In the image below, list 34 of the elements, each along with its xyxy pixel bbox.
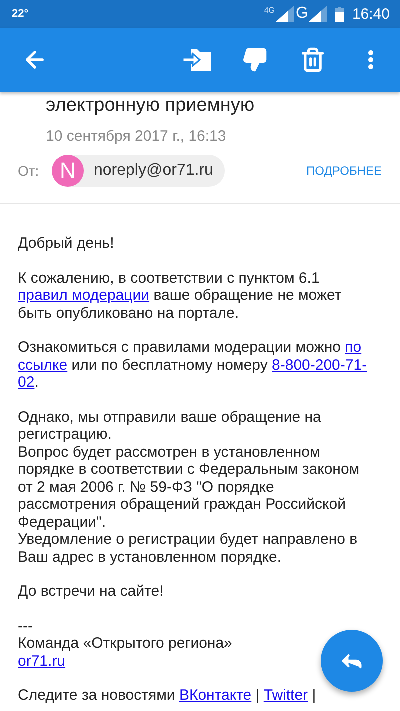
message-link[interactable]: по <box>345 339 362 356</box>
message-link[interactable]: Twitter <box>264 687 308 704</box>
message-paragraph: До встречи на сайте! <box>18 583 164 600</box>
message-paragraph: --- Команда «Открытого региона» or71.ru <box>18 618 232 670</box>
sender-avatar: N <box>52 155 84 187</box>
network-type: G <box>296 5 308 23</box>
message-link[interactable]: ссылке <box>18 356 68 374</box>
message-link[interactable]: 02 <box>18 374 35 391</box>
message-paragraph: Следите за новостями ВКонтакте | Twitter | <box>18 687 316 704</box>
email-subject: электронную приемную <box>46 94 256 118</box>
message-link[interactable]: or71.ru <box>18 652 66 670</box>
sender-chip[interactable]: N noreply@or71.ru <box>52 155 226 187</box>
email-date: 10 сентября 2017 г., 16:13 <box>46 128 228 145</box>
from-label: От: <box>18 163 40 179</box>
message-link[interactable]: ВКонтакте <box>179 687 252 704</box>
clock-text: 16:40 <box>352 6 390 22</box>
thumbs-down-icon <box>242 47 268 73</box>
message-paragraph: Однако, мы отправили ваше обращение на регистрацию. Вопрос будет рассмотрен в установленном порядке в соответствии с Федеральным законом от 2 мая 2006 г. № 59-ФЗ "О порядке рассмотрения обращений граждан Российской Федерации". Уведомление о регистрации будет направлено в Ваш адрес в установленном порядке. <box>18 408 360 566</box>
trash-icon <box>300 47 326 73</box>
details-link[interactable]: ПОДРОБНЕЕ <box>306 164 382 178</box>
more-icon <box>368 50 374 70</box>
reply-button[interactable] <box>321 630 383 692</box>
temperature-text: 22° <box>12 8 29 20</box>
battery-icon <box>335 6 344 22</box>
signal-icon <box>309 6 328 22</box>
message-link[interactable]: правил модерации <box>18 287 150 304</box>
message-link[interactable]: 8-800-200-71- <box>272 356 368 374</box>
folder-arrow-icon <box>183 49 211 71</box>
message-paragraph: Добрый день! <box>18 235 114 252</box>
sender-address: noreply@or71.ru <box>94 162 214 180</box>
network-type: 4G <box>264 6 275 15</box>
signal-icon <box>276 6 294 22</box>
message-paragraph: К сожалению, в соответствии с пунктом 6.1 правил модерации ваше обращение не может быть опубликовано на портале. <box>18 270 342 322</box>
message-paragraph: Ознакомиться с правилами модерации можно по ссылке или по бесплатному номеру 8-800-200-71- 02. <box>18 339 368 392</box>
